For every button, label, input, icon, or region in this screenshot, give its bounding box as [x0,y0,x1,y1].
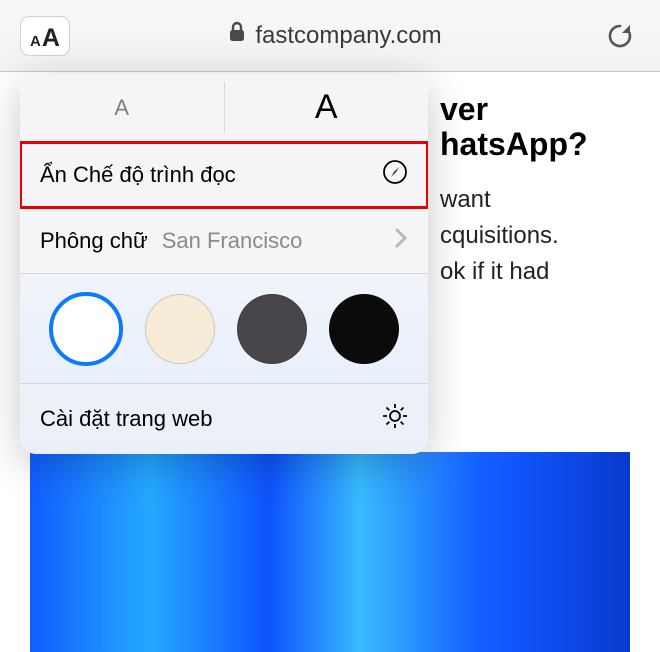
reload-button[interactable] [600,16,640,56]
reader-format-button[interactable]: A A [20,16,70,56]
aa-small-glyph: A [30,33,41,50]
font-size-small-glyph: A [114,95,129,121]
gear-icon [382,403,408,435]
font-size-row: A A [20,74,428,142]
article-body: want cquisitions. ok if it had [440,182,640,290]
article-title: ver hatsApp? [440,92,640,162]
theme-color-swatch-3[interactable] [329,294,399,364]
theme-color-swatch-0[interactable] [49,292,123,366]
reader-popover: A A Ẩn Chế độ trình đọc Phông chữ San Fr… [20,74,428,454]
font-size-increase-button[interactable]: A [225,74,429,141]
chevron-right-icon [394,225,408,256]
url-bar[interactable]: fastcompany.com [80,21,590,50]
hide-reader-mode-label: Ẩn Chế độ trình đọc [40,162,236,188]
lock-icon [228,21,246,50]
aa-large-glyph: A [42,24,60,53]
page-domain: fastcompany.com [255,22,441,50]
font-size-large-glyph: A [315,88,338,127]
font-family-row[interactable]: Phông chữ San Francisco [20,208,428,274]
font-family-value: San Francisco [162,228,303,254]
font-family-label: Phông chữ [40,228,148,254]
theme-color-swatch-1[interactable] [145,294,215,364]
theme-color-swatch-2[interactable] [237,294,307,364]
font-size-decrease-button[interactable]: A [20,74,224,141]
article-text-area: ver hatsApp? want cquisitions. ok if it … [440,92,640,290]
reload-icon [605,21,635,51]
website-settings-row[interactable]: Cài đặt trang web [20,384,428,454]
browser-toolbar: A A fastcompany.com [0,0,660,72]
website-settings-label: Cài đặt trang web [40,406,212,432]
theme-color-row [20,274,428,384]
compass-icon [382,159,408,191]
article-hero-image [30,452,630,652]
hide-reader-mode-row[interactable]: Ẩn Chế độ trình đọc [20,142,428,208]
